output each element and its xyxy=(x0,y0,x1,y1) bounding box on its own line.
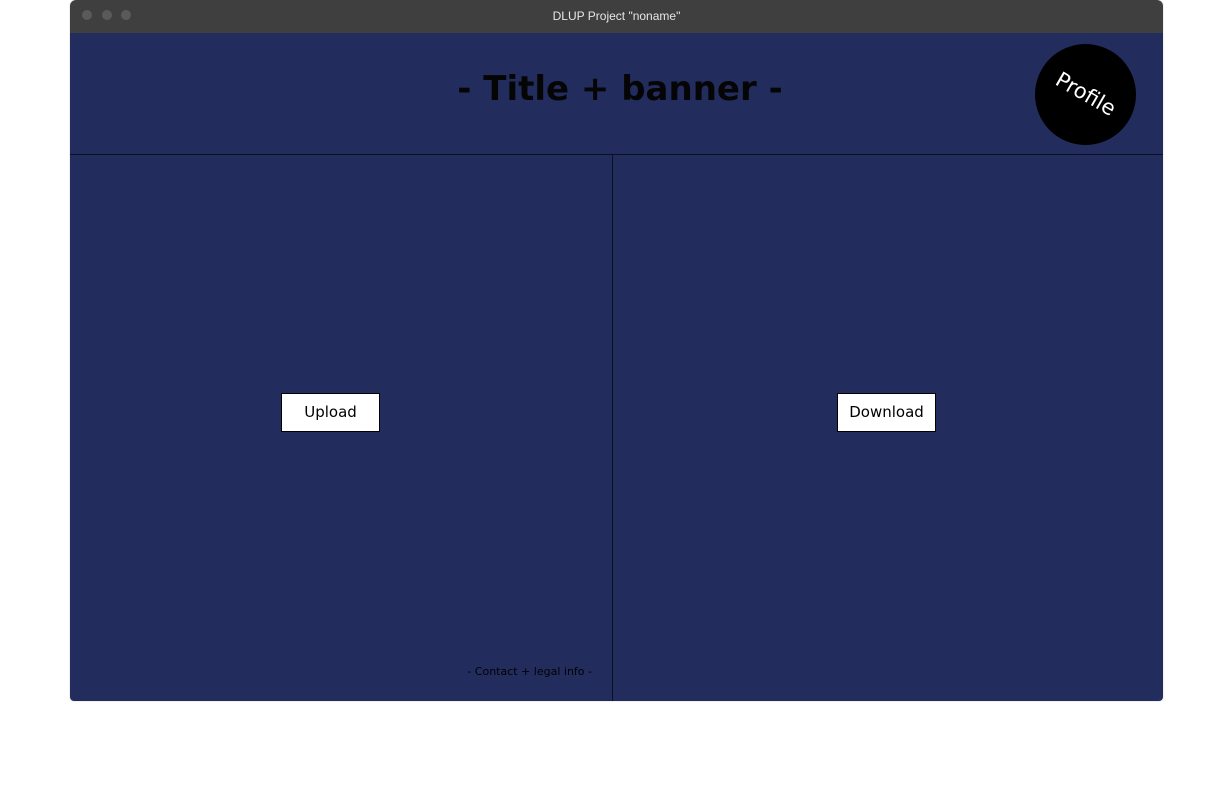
window-titlebar[interactable]: DLUP Project "noname" xyxy=(70,0,1163,33)
contact-legal-info[interactable]: - Contact + legal info - xyxy=(467,665,592,678)
upload-button[interactable]: Upload xyxy=(281,393,380,432)
download-panel: Download xyxy=(613,155,1163,701)
app-window: DLUP Project "noname" - Title + banner -… xyxy=(70,0,1163,701)
profile-button[interactable]: Profile xyxy=(1035,44,1136,145)
banner-title: - Title + banner - xyxy=(457,69,783,109)
download-button[interactable]: Download xyxy=(837,393,936,432)
profile-label: Profile xyxy=(1051,67,1121,121)
app-content: - Title + banner - Profile Upload - Cont… xyxy=(70,33,1163,701)
header-banner: - Title + banner - Profile xyxy=(70,33,1163,155)
upload-panel: Upload - Contact + legal info - xyxy=(70,155,613,701)
window-title: DLUP Project "noname" xyxy=(552,9,681,23)
